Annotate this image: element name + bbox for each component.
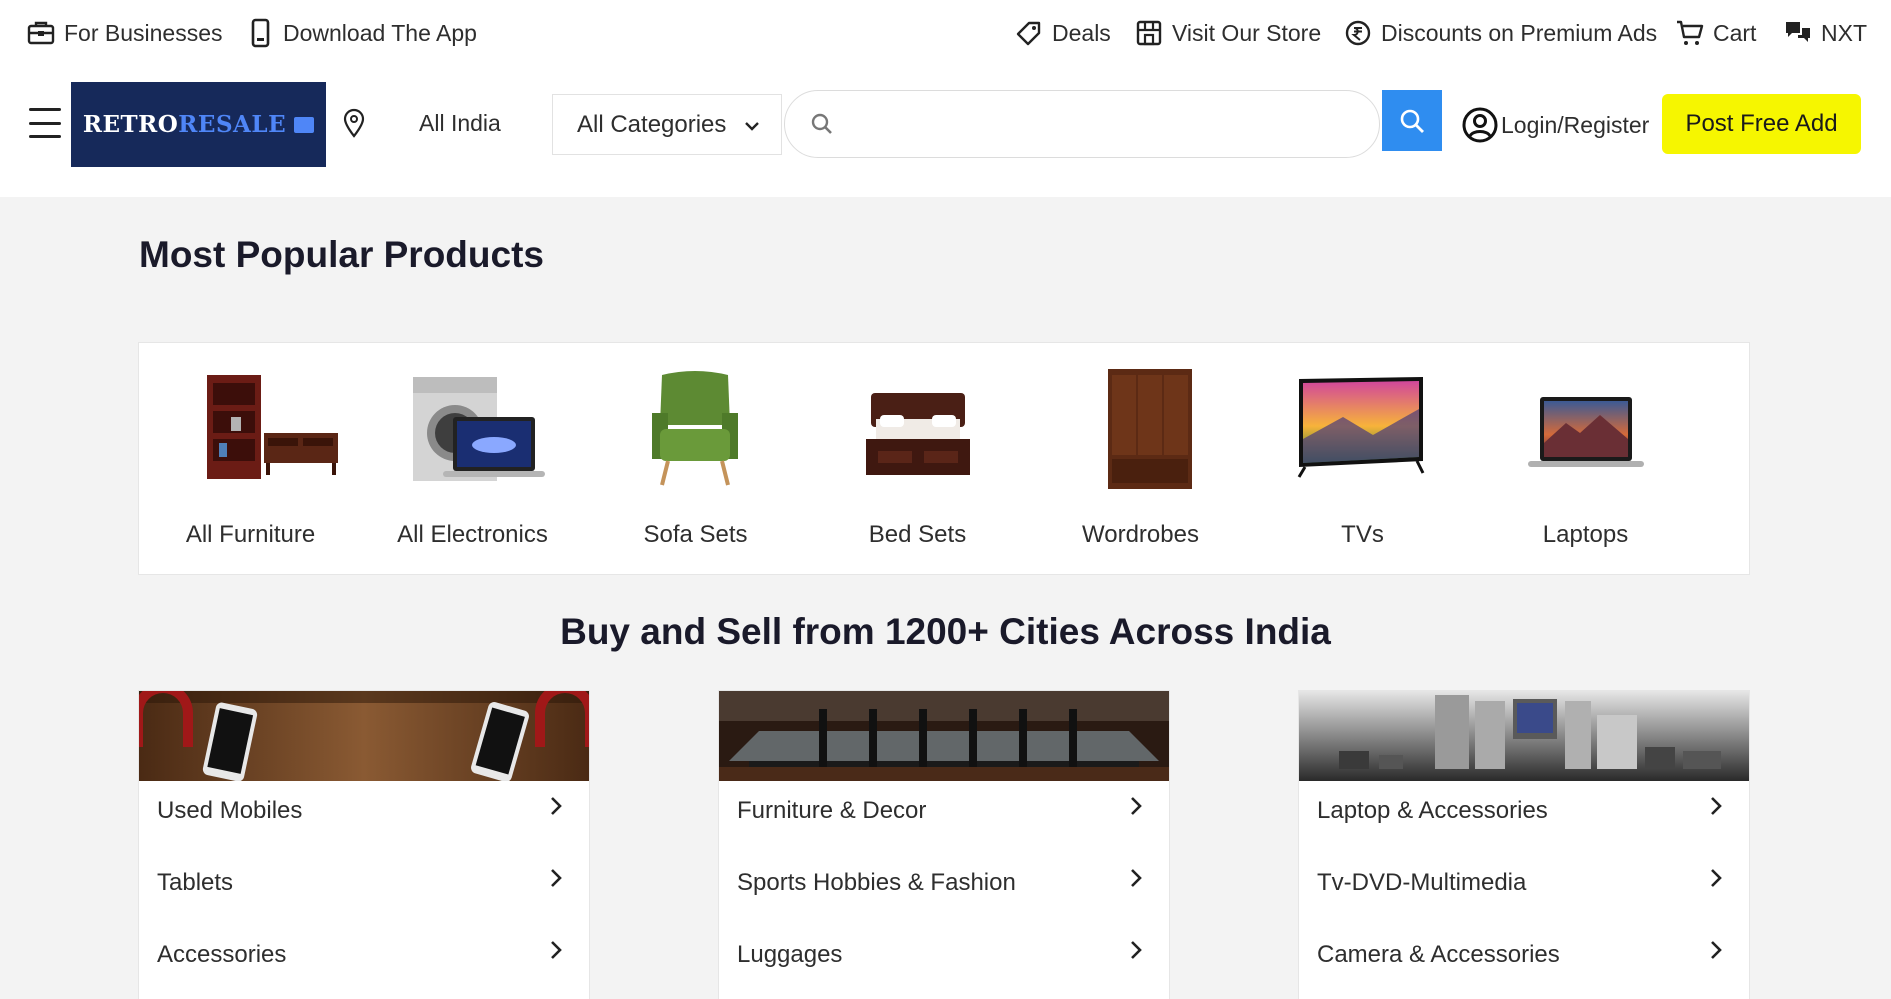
category-link-accessories[interactable]: Accessories (139, 925, 589, 997)
post-free-add-button[interactable]: Post Free Add (1662, 94, 1861, 154)
for-businesses-link[interactable]: For Businesses (26, 18, 223, 48)
login-register-link[interactable]: Login/Register (1461, 106, 1649, 144)
chevron-right-icon (1131, 941, 1142, 959)
location-selector[interactable]: All India (419, 110, 501, 137)
category-link-camera-accessories[interactable]: Camera & Accessories (1299, 925, 1749, 997)
search-box (784, 90, 1380, 158)
phone-icon (251, 18, 270, 48)
product-label: Bed Sets (868, 521, 967, 548)
category-card-electronics: Laptop & Accessories Tv-DVD-Multimedia C… (1298, 690, 1750, 999)
product-laptops[interactable]: Laptops (1474, 343, 1697, 574)
electronics-banner (1299, 691, 1749, 781)
location-pin-icon[interactable] (342, 108, 366, 138)
download-app-label: Download The App (283, 19, 477, 46)
product-bed-sets[interactable]: Bed Sets (806, 343, 1029, 574)
category-link-label: Laptop & Accessories (1317, 797, 1548, 824)
visit-store-label: Visit Our Store (1172, 19, 1322, 46)
tv-image (1297, 377, 1425, 478)
hamburger-menu-icon[interactable] (29, 108, 61, 138)
category-link-label: Sports Hobbies & Fashion (737, 869, 1016, 896)
electronics-image (413, 377, 545, 481)
cart-icon (1677, 20, 1704, 45)
product-all-electronics[interactable]: All Electronics (361, 343, 584, 574)
product-label: Sofa Sets (643, 521, 748, 548)
popular-products-title: Most Popular Products (139, 234, 544, 275)
search-input[interactable] (849, 111, 1369, 137)
category-link-tv-dvd-multimedia[interactable]: Tv-DVD-Multimedia (1299, 853, 1749, 925)
chevron-right-icon (551, 941, 562, 959)
category-dropdown-value: All Categories (577, 110, 727, 138)
category-link-sports-hobbies-fashion[interactable]: Sports Hobbies & Fashion (719, 853, 1169, 925)
nxt-label: NXT (1821, 19, 1867, 46)
chevron-right-icon (1711, 797, 1722, 815)
chevron-right-icon (1711, 869, 1722, 887)
category-dropdown[interactable]: All Categories (552, 94, 782, 155)
logo-text-retro: RETRO (82, 111, 179, 138)
category-link-label: Camera & Accessories (1317, 941, 1560, 968)
search-icon (1400, 109, 1424, 133)
product-wardrobes[interactable]: Wordrobes (1029, 343, 1252, 574)
cart-label: Cart (1713, 19, 1757, 46)
category-card-furniture: Furniture & Decor Sports Hobbies & Fashi… (718, 690, 1170, 999)
rupee-coin-icon (1345, 20, 1371, 46)
sofa-image (652, 371, 738, 486)
category-link-label: Furniture & Decor (737, 797, 927, 824)
visit-store-link[interactable]: Visit Our Store (1134, 18, 1321, 48)
discounts-label: Discounts on Premium Ads (1381, 19, 1658, 46)
furniture-banner (719, 691, 1169, 781)
tag-icon (1016, 21, 1041, 46)
main-header: RETRORESALE All India All Categories Log… (0, 70, 1891, 197)
bed-image (866, 393, 970, 475)
briefcase-icon (27, 21, 55, 45)
product-label: Laptops (1542, 521, 1629, 548)
popular-products-card: All Furniture All Electronics Sofa Sets (138, 342, 1750, 575)
wardrobe-image (1108, 369, 1192, 489)
category-link-laptop-accessories[interactable]: Laptop & Accessories (1299, 781, 1749, 853)
site-logo[interactable]: RETRORESALE (71, 82, 326, 167)
chevron-right-icon (1131, 797, 1142, 815)
product-all-furniture[interactable]: All Furniture (139, 343, 362, 574)
category-link-label: Accessories (157, 941, 287, 968)
category-link-luggages[interactable]: Luggages (719, 925, 1169, 997)
download-app-link[interactable]: Download The App (245, 18, 477, 48)
user-icon (1462, 107, 1498, 143)
cities-title: Buy and Sell from 1200+ Cities Across In… (560, 611, 1331, 652)
chevron-right-icon (551, 869, 562, 887)
laptop-image (1528, 397, 1644, 467)
chevron-right-icon (1711, 941, 1722, 959)
category-link-used-mobiles[interactable]: Used Mobiles (139, 781, 589, 853)
category-link-label: Luggages (737, 941, 843, 968)
category-link-furniture-decor[interactable]: Furniture & Decor (719, 781, 1169, 853)
product-tvs[interactable]: TVs (1251, 343, 1474, 574)
logo-tv-icon (294, 116, 315, 133)
store-icon (1136, 20, 1162, 46)
nxt-link[interactable]: NXT (1783, 18, 1867, 48)
category-card-mobiles: Used Mobiles Tablets Accessories (138, 690, 590, 999)
search-icon (811, 113, 832, 134)
product-label: Wordrobes (1082, 521, 1199, 548)
login-register-label: Login/Register (1501, 111, 1650, 138)
product-label: All Electronics (397, 521, 548, 548)
top-bar: For Businesses Download The App Deals Vi… (0, 0, 1891, 70)
chevron-right-icon (1131, 869, 1142, 887)
chevron-down-icon (745, 122, 759, 131)
mobiles-banner (139, 691, 589, 781)
deals-label: Deals (1052, 19, 1111, 46)
category-link-label: Tv-DVD-Multimedia (1317, 869, 1527, 896)
category-link-label: Tablets (157, 869, 234, 896)
category-link-tablets[interactable]: Tablets (139, 853, 589, 925)
logo-text-resale: RESALE (178, 111, 287, 138)
furniture-image (207, 375, 338, 479)
for-businesses-label: For Businesses (64, 19, 223, 46)
product-label: TVs (1341, 521, 1384, 548)
chevron-right-icon (551, 797, 562, 815)
discounts-link[interactable]: Discounts on Premium Ads (1343, 18, 1657, 48)
product-sofa-sets[interactable]: Sofa Sets (584, 343, 807, 574)
product-label: All Furniture (185, 521, 316, 548)
cart-link[interactable]: Cart (1675, 18, 1756, 48)
chat-icon (1786, 22, 1810, 42)
category-link-label: Used Mobiles (157, 797, 303, 824)
search-button[interactable] (1382, 90, 1442, 151)
deals-link[interactable]: Deals (1014, 18, 1111, 48)
